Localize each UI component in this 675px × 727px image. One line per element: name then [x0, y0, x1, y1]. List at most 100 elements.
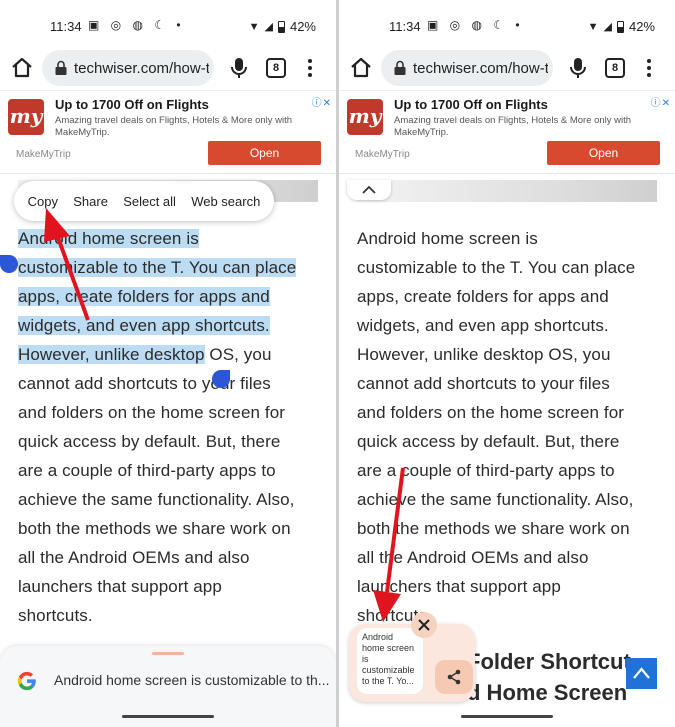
- article-text-run[interactable]: widgets, and even app shortcuts.: [357, 316, 609, 335]
- article-text-run[interactable]: achieve the same functionality. Also,: [357, 490, 633, 509]
- article-text-run[interactable]: cannot add shortcuts to your files: [357, 374, 610, 393]
- article-text-run[interactable]: apps, create folders for apps and: [357, 287, 609, 306]
- article-text-run[interactable]: Android home screen is: [357, 229, 538, 248]
- article-line[interactable]: quick access by default. But, there: [18, 427, 324, 456]
- google-search-sheet[interactable]: Android home screen is customizable to t…: [0, 646, 336, 727]
- article-text-run[interactable]: both the methods we share work on: [18, 519, 291, 538]
- article-line[interactable]: both the methods we share work on: [357, 514, 663, 543]
- scroll-to-top-button[interactable]: [626, 658, 657, 689]
- selected-text[interactable]: Android home screen is: [18, 229, 199, 248]
- article-line[interactable]: cannot add shortcuts to your files: [18, 369, 324, 398]
- article-text-run[interactable]: cannot add shortcuts to your files: [18, 374, 271, 393]
- status-time: 11:34: [50, 19, 82, 34]
- article-line[interactable]: launchers that support app: [357, 572, 663, 601]
- article-text[interactable]: Android home screen is customizable to th…: [357, 224, 663, 630]
- article-text-run[interactable]: launchers that support app: [18, 577, 222, 596]
- selected-text[interactable]: customizable to the T. You can place: [18, 258, 297, 277]
- article-text-run[interactable]: shortcuts.: [18, 606, 93, 625]
- clipboard-preview[interactable]: Android home screen is customizable to t…: [357, 628, 423, 694]
- ad-choices-icon[interactable]: ⓘ✕: [312, 94, 332, 109]
- article-line[interactable]: launchers that support app: [18, 572, 324, 601]
- article-line[interactable]: widgets, and even app shortcuts.: [357, 311, 663, 340]
- ad-open-button[interactable]: Open: [208, 141, 321, 165]
- url-text: techwiser.com/how-to: [74, 59, 209, 77]
- home-icon[interactable]: [10, 56, 34, 80]
- article-text-run[interactable]: all the Android OEMs and also: [357, 548, 589, 567]
- article-text-run[interactable]: all the Android OEMs and also: [18, 548, 250, 567]
- article-line[interactable]: both the methods we share work on: [18, 514, 324, 543]
- notification-icons: ▣ ◎ ◍ ☾ •: [88, 18, 185, 32]
- article-text-run[interactable]: quick access by default. But, there: [18, 432, 280, 451]
- selected-text[interactable]: widgets, and even app shortcuts.: [18, 316, 270, 335]
- copy-menu-item[interactable]: Copy: [24, 194, 62, 209]
- wifi-icon: ▼: [587, 20, 599, 33]
- notification-icons: ▣ ◎ ◍ ☾ •: [427, 18, 524, 32]
- status-time: 11:34: [389, 19, 421, 34]
- article-line[interactable]: apps, create folders for apps and: [357, 282, 663, 311]
- selection-handle-start[interactable]: [0, 255, 18, 273]
- selection-handle-end[interactable]: [212, 370, 230, 388]
- article-text-run[interactable]: launchers that support app: [357, 577, 561, 596]
- web-search-menu-item[interactable]: Web search: [187, 194, 264, 209]
- select-all-menu-item[interactable]: Select all: [119, 194, 180, 209]
- article-line[interactable]: achieve the same functionality. Also,: [18, 485, 324, 514]
- article-text-run[interactable]: quick access by default. But, there: [357, 432, 619, 451]
- battery-percent: 42%: [628, 19, 655, 34]
- home-icon[interactable]: [349, 56, 373, 80]
- more-menu-icon[interactable]: [641, 56, 657, 80]
- article-line[interactable]: quick access by default. But, there: [357, 427, 663, 456]
- article-text-run[interactable]: customizable to the T. You can place: [357, 258, 635, 277]
- article-line[interactable]: are a couple of third-party apps to: [357, 456, 663, 485]
- gesture-nav-bar[interactable]: [122, 715, 214, 718]
- article-text-run[interactable]: both the methods we share work on: [357, 519, 630, 538]
- article-text-run[interactable]: are a couple of third-party apps to: [357, 461, 615, 480]
- article-line[interactable]: and folders on the home screen for: [357, 398, 663, 427]
- article-line[interactable]: customizable to the T. You can place: [18, 253, 324, 282]
- battery-percent: 42%: [289, 19, 316, 34]
- article-text-run[interactable]: However, unlike desktop: [357, 345, 544, 364]
- article-line[interactable]: widgets, and even app shortcuts.: [18, 311, 324, 340]
- collapse-ad-button[interactable]: [347, 180, 391, 200]
- article-line[interactable]: all the Android OEMs and also: [18, 543, 324, 572]
- article-text-run[interactable]: OS, you: [544, 345, 611, 364]
- ad-open-button[interactable]: Open: [547, 141, 660, 165]
- article-line[interactable]: cannot add shortcuts to your files: [357, 369, 663, 398]
- selected-text[interactable]: apps, create folders for apps and: [18, 287, 270, 306]
- article-text-run[interactable]: achieve the same functionality. Also,: [18, 490, 294, 509]
- ad-banner[interactable]: my Up to 1700 Off on Flights Amazing tra…: [339, 90, 675, 174]
- gesture-nav-bar[interactable]: [461, 715, 553, 718]
- ad-brand: MakeMyTrip: [16, 149, 71, 160]
- article-text[interactable]: Android home screen is customizable to th…: [18, 224, 324, 630]
- article-line[interactable]: However, unlike desktop OS, you: [18, 340, 324, 369]
- article-line[interactable]: However, unlike desktop OS, you: [357, 340, 663, 369]
- article-line[interactable]: shortcuts.: [18, 601, 324, 630]
- more-menu-icon[interactable]: [302, 56, 318, 80]
- selected-text[interactable]: However, unlike desktop: [18, 345, 205, 364]
- clipboard-close-button[interactable]: [411, 612, 437, 638]
- tab-switcher-button[interactable]: 8: [266, 58, 286, 78]
- article-line[interactable]: Android home screen is: [18, 224, 324, 253]
- article-line[interactable]: and folders on the home screen for: [18, 398, 324, 427]
- url-bar[interactable]: techwiser.com/how-to: [42, 50, 214, 86]
- article-line[interactable]: all the Android OEMs and also: [357, 543, 663, 572]
- url-bar[interactable]: techwiser.com/how-to: [381, 50, 553, 86]
- article-text-run[interactable]: OS, you: [205, 345, 272, 364]
- article-line[interactable]: Android home screen is: [357, 224, 663, 253]
- article-line[interactable]: achieve the same functionality. Also,: [357, 485, 663, 514]
- mic-icon[interactable]: [567, 56, 589, 80]
- share-menu-item[interactable]: Share: [69, 194, 112, 209]
- text-selection-menu: Copy Share Select all Web search: [14, 181, 274, 221]
- article-line[interactable]: customizable to the T. You can place: [357, 253, 663, 282]
- ad-banner[interactable]: my Up to 1700 Off on Flights Amazing tra…: [0, 90, 336, 174]
- tab-switcher-button[interactable]: 8: [605, 58, 625, 78]
- mic-icon[interactable]: [228, 56, 250, 80]
- ad-choices-icon[interactable]: ⓘ✕: [651, 94, 671, 109]
- article-line[interactable]: apps, create folders for apps and: [18, 282, 324, 311]
- clipboard-overlay[interactable]: Android home screen is customizable to t…: [349, 624, 475, 702]
- article-text-run[interactable]: are a couple of third-party apps to: [18, 461, 276, 480]
- article-text-run[interactable]: and folders on the home screen for: [357, 403, 624, 422]
- article-text-run[interactable]: and folders on the home screen for: [18, 403, 285, 422]
- article-line[interactable]: are a couple of third-party apps to: [18, 456, 324, 485]
- sheet-drag-handle[interactable]: [152, 652, 184, 655]
- clipboard-share-button[interactable]: [435, 660, 473, 694]
